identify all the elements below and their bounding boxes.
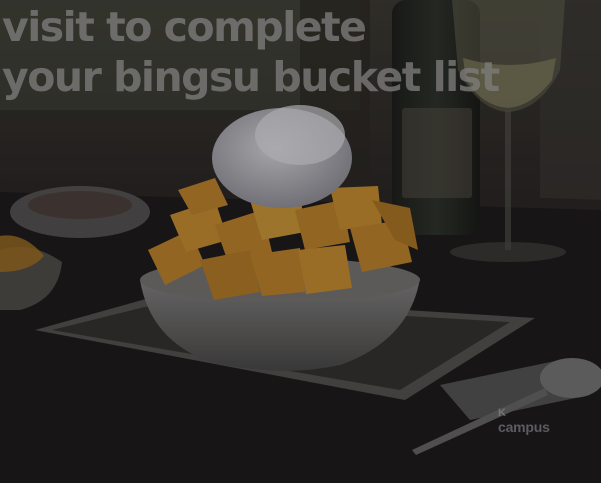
headline-line-2: your bingsu bucket list: [2, 53, 500, 101]
watermark-logo: K campus: [498, 406, 550, 434]
headline-line-1: visit to complete: [2, 3, 367, 51]
watermark-mark: K: [498, 407, 506, 419]
watermark-text: campus: [498, 419, 550, 435]
headline: visit to complete your bingsu bucket lis…: [2, 2, 592, 102]
image-stage: visit to complete your bingsu bucket lis…: [0, 0, 601, 483]
